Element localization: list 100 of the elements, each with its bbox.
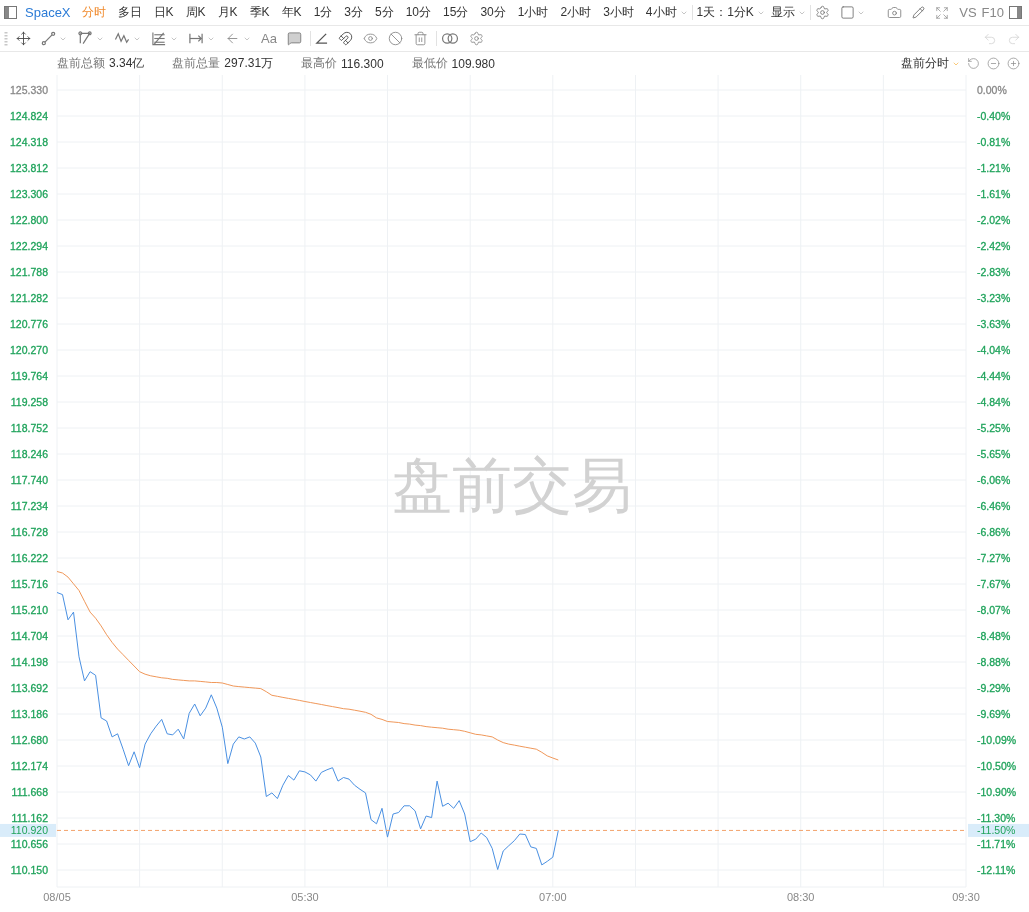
percent-axis-label: -2.42% bbox=[977, 240, 1011, 252]
panel-right-icon[interactable] bbox=[1009, 6, 1022, 19]
period-tab[interactable]: 1小时 bbox=[517, 4, 549, 21]
overlap-circles-icon[interactable] bbox=[440, 32, 459, 45]
eye-icon[interactable] bbox=[362, 31, 378, 46]
time-axis-label: 07:00 bbox=[539, 891, 567, 903]
percent-axis-label: -3.63% bbox=[977, 318, 1011, 330]
camera-icon[interactable] bbox=[887, 5, 903, 20]
percent-axis-label: -3.23% bbox=[977, 292, 1011, 304]
stat-value: 109.980 bbox=[451, 56, 495, 71]
percent-axis-label: -0.40% bbox=[977, 110, 1011, 122]
move-icon[interactable] bbox=[16, 31, 31, 46]
price-axis-label: 122.800 bbox=[10, 214, 48, 226]
grid-lines-icon[interactable] bbox=[151, 31, 167, 46]
price-axis-label: 125.330 bbox=[10, 84, 48, 96]
square-icon[interactable] bbox=[839, 5, 855, 20]
percent-axis-label: -4.84% bbox=[977, 396, 1011, 408]
price-axis-label: 124.318 bbox=[10, 136, 48, 148]
period-tab[interactable]: 年K bbox=[281, 4, 302, 21]
polyline-icon[interactable] bbox=[77, 31, 93, 46]
range-measure-icon[interactable] bbox=[188, 31, 204, 46]
price-axis-label: 118.752 bbox=[10, 422, 48, 434]
price-axis-label: 116.222 bbox=[10, 552, 48, 564]
time-axis-label: 05:30 bbox=[291, 891, 319, 903]
compare-button[interactable]: VS bbox=[959, 5, 977, 20]
period-tab[interactable]: 月K bbox=[217, 4, 238, 21]
percent-axis-label: -8.07% bbox=[977, 604, 1011, 616]
percent-axis-label: -5.25% bbox=[977, 422, 1011, 434]
period-tab[interactable]: 10分 bbox=[405, 4, 432, 21]
current-change-tag: -11.50% bbox=[968, 823, 1029, 837]
display-dropdown[interactable]: 显示 bbox=[770, 4, 806, 21]
expand-icon[interactable] bbox=[935, 5, 950, 20]
percent-axis-label: 0.00% bbox=[977, 84, 1007, 96]
stat-value: 297.31万 bbox=[224, 55, 274, 72]
mode-dropdown[interactable]: 盘前分时 bbox=[901, 55, 960, 72]
period-tab[interactable]: 日K bbox=[153, 4, 174, 21]
percent-axis-label: -11.71% bbox=[977, 838, 1016, 850]
stat-label: 盘前总额 bbox=[57, 55, 105, 72]
percent-axis-label: -11.30% bbox=[977, 812, 1016, 824]
period-tab[interactable]: 季K bbox=[249, 4, 270, 21]
price-axis-label: 114.198 bbox=[10, 656, 48, 668]
time-axis-label: 09:30 bbox=[952, 891, 980, 903]
settings-icon[interactable] bbox=[814, 5, 830, 20]
period-tab[interactable]: 多日 bbox=[117, 4, 142, 21]
current-price-tag: 110.920 bbox=[0, 823, 56, 837]
period-tab[interactable]: 周K bbox=[185, 4, 206, 21]
angle-icon[interactable] bbox=[314, 32, 328, 45]
period-tab[interactable]: 4小时 bbox=[645, 4, 688, 21]
zoom-in-icon[interactable] bbox=[1007, 57, 1020, 70]
price-axis-label: 112.174 bbox=[10, 760, 48, 772]
percent-axis-label: -4.04% bbox=[977, 344, 1011, 356]
price-axis-label: 110.656 bbox=[10, 838, 48, 850]
text-tool-button[interactable]: Aa bbox=[261, 31, 277, 46]
symbol-link[interactable]: SpaceX bbox=[25, 5, 71, 20]
percent-axis-label: -6.06% bbox=[977, 474, 1011, 486]
percent-axis-label: -4.44% bbox=[977, 370, 1011, 382]
percent-axis-label: -2.83% bbox=[977, 266, 1011, 278]
time-axis-label: 08/05 bbox=[43, 891, 71, 903]
settings-icon[interactable] bbox=[468, 31, 484, 46]
period-tab[interactable]: 5分 bbox=[375, 4, 394, 21]
stat-value: 3.34亿 bbox=[109, 55, 145, 72]
price-axis-label: 115.716 bbox=[10, 578, 48, 590]
magnet-icon[interactable] bbox=[337, 31, 353, 46]
percent-axis-label: -10.09% bbox=[977, 734, 1017, 746]
percent-axis-label: -9.29% bbox=[977, 682, 1011, 694]
period-tab[interactable]: 3小时 bbox=[603, 4, 634, 21]
price-axis-label: 117.740 bbox=[10, 474, 48, 486]
price-axis-label: 121.788 bbox=[10, 266, 48, 278]
percent-axis-label: -10.90% bbox=[977, 786, 1017, 798]
percent-axis-label: -6.86% bbox=[977, 526, 1011, 538]
percent-axis-label: -8.88% bbox=[977, 656, 1011, 668]
trash-icon[interactable] bbox=[412, 31, 428, 46]
percent-axis-label: -7.67% bbox=[977, 578, 1011, 590]
zigzag-icon[interactable] bbox=[114, 31, 130, 46]
f10-button[interactable]: F10 bbox=[981, 5, 1004, 20]
comment-icon[interactable] bbox=[286, 31, 302, 46]
price-axis-label: 118.246 bbox=[10, 448, 48, 460]
price-axis-label: 116.728 bbox=[10, 526, 48, 538]
period-tab[interactable]: 15分 bbox=[443, 4, 469, 21]
period-tab[interactable]: 3分 bbox=[344, 4, 363, 21]
zoom-out-icon[interactable] bbox=[987, 57, 1000, 70]
price-axis-label: 120.270 bbox=[10, 344, 48, 356]
percent-axis-label: -2.02% bbox=[977, 214, 1011, 226]
percent-axis-label: -1.61% bbox=[977, 188, 1011, 200]
price-axis-label: 111.162 bbox=[11, 812, 48, 824]
price-axis-label: 114.704 bbox=[10, 630, 48, 642]
percent-axis-label: -6.46% bbox=[977, 500, 1011, 512]
price-axis-label: 111.668 bbox=[11, 786, 48, 798]
period-tab[interactable]: 2小时 bbox=[560, 4, 592, 21]
percent-axis-label: -8.48% bbox=[977, 630, 1011, 642]
stat-label: 最低价 bbox=[411, 55, 448, 72]
line-segment-icon[interactable] bbox=[41, 31, 56, 46]
range-dropdown[interactable]: 1天：1分K bbox=[696, 4, 765, 21]
period-tab[interactable]: 1分 bbox=[313, 4, 333, 21]
pencil-icon[interactable] bbox=[912, 6, 926, 19]
rotate-icon[interactable] bbox=[967, 57, 980, 70]
panel-left-icon[interactable] bbox=[4, 6, 17, 19]
period-tab[interactable]: 30分 bbox=[480, 4, 506, 21]
price-axis-label: 115.210 bbox=[10, 604, 48, 616]
slash-circle-icon[interactable] bbox=[387, 31, 403, 46]
